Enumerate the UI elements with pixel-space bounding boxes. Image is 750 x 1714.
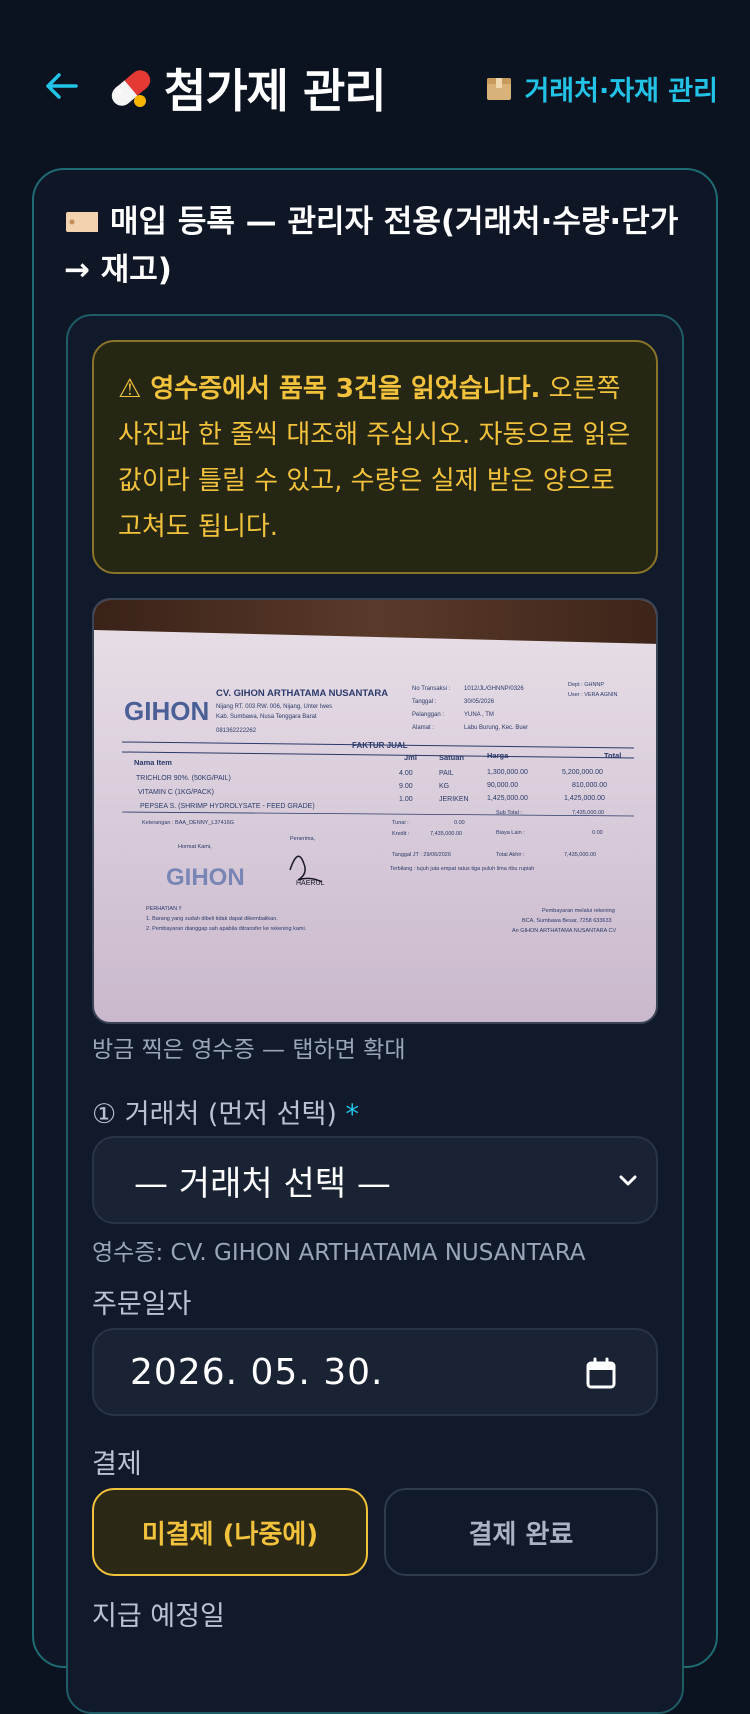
receipt-meta-3: Alamat : [412,725,434,731]
calendar-icon[interactable] [584,1356,618,1390]
order-date-label: 주문일자 [92,1289,192,1320]
receipt-sum-4: Total Akhir : [496,852,525,858]
receipt-signature-name: HAERUL [296,880,325,887]
vendor-field-label: ① 거래처 (먼저 선택) * [92,1092,359,1131]
receipt-sum-0: Sub Total : [496,810,522,816]
receipt-item-1-qty: 9.00 [399,783,413,790]
receipt-meta-2-value: YUNA , TM [464,712,494,718]
payment-paid-button[interactable]: 결제 완료 [384,1488,658,1576]
receipt-rule1: 1. Barang yang sudah dibeli tidak dapat … [146,916,278,922]
receipt-user: User : VERA AGNIN [568,692,618,698]
receipt-item-0-price: 1,300,000.00 [487,769,528,776]
receipt-image: GIHON CV. GIHON ARTHATAMA NUSANTARA Nija… [94,600,656,1022]
receipt-address1: Nijang RT. 003 RW. 006, Nijang, Unter Iw… [216,704,332,710]
receipt-item-1-total: 810,000.00 [572,782,607,789]
back-button[interactable] [40,64,84,108]
receipt-note: Keterangan : BAA_DENNY_L37416G [142,820,234,826]
receipt-sum-3: Biaya Lain : [496,830,525,836]
receipt-meta-2: Pelanggan : [412,712,444,718]
receipt-item-0-name: TRICHLOR 90%. (50KG/PAIL) [136,775,231,782]
vendor-select-value: — 거래처 선택 — [134,1163,391,1204]
required-marker: * [345,1099,360,1130]
receipt-caption: 방금 찍은 영수증 — 탭하면 확대 [92,1037,406,1063]
receipt-due: Tanggal JT : 29/06/2026 [392,852,451,858]
receipt-col-4: Total [604,751,621,760]
receipt-item-2-price: 1,425,000.00 [487,795,528,802]
receipt-bank2: BCA, Sumbawa Besar, 7258 633633 [522,918,612,924]
receipt-item-2-total: 1,425,000.00 [564,795,605,802]
receipt-item-0-unit: PAIL [439,770,454,777]
receipt-dept: Dept : GHNNP [568,682,604,688]
receipt-meta-1-value: 30/05/2026 [464,699,495,705]
payment-label: 결제 [92,1449,142,1480]
payment-unpaid-button[interactable]: 미결제 (나중에) [92,1488,368,1576]
tag-icon [66,212,98,232]
receipt-sum-3-value: 0.00 [592,830,603,836]
vendor-material-link[interactable]: 거래처·자재 관리 [484,68,718,108]
receipt-item-2-qty: 1.00 [399,796,413,803]
receipt-sum-0-value: 7,435,000.00 [572,810,604,816]
ocr-notice: ⚠ 영수증에서 품목 3건을 읽었습니다. 오른쪽 사진과 한 줄씩 대조해 주… [92,340,658,574]
receipt-sum-2-value: 7,435,000.00 [430,831,462,837]
receipt-sum-4-value: 7,435,000.00 [564,852,596,858]
order-date-input[interactable]: 2026. 05. 30. [92,1328,658,1416]
receipt-item-0-qty: 4.00 [399,770,413,777]
receipt-sum-1-value: 0.00 [454,820,465,826]
receipt-terbilang: Terbilang : tujuh juta empat ratus tiga … [390,866,534,872]
vendor-select[interactable]: — 거래처 선택 — [92,1136,658,1224]
receipt-meta-3-value: Labu Burung, Kec. Buer [464,725,528,731]
receipt-meta-0: No Transaksi : [412,686,451,692]
receipt-item-1-name: VITAMIN C (1KG/PACK) [138,789,214,796]
receipt-address2: Kab. Sumbawa, Nusa Tenggara Barat [216,714,317,720]
receipt-sum-2: Kredit : [392,831,410,837]
vendor-receipt-hint: 영수증: CV. GIHON ARTHATAMA NUSANTARA [92,1240,586,1266]
receipt-item-0-total: 5,200,000.00 [562,769,603,776]
chevron-down-icon [619,1175,637,1186]
receipt-col-2: Satuan [439,753,464,762]
app-header: 첨가제 관리 거래처·자재 관리 [0,0,750,150]
title-group: 첨가제 관리 [106,56,387,120]
receipt-hormat: Hormat Kami, [178,844,212,850]
receipt-sum-1: Tunai : [392,820,409,826]
receipt-penerima: Penerima, [290,836,316,842]
receipt-item-2-unit: JERIKEN [439,796,469,803]
receipt-meta-1: Tanggal : [412,699,437,705]
receipt-col-1: Jml [404,753,417,762]
receipt-logo: GIHON [124,696,209,726]
receipt-col-3: Harga [487,751,509,760]
receipt-col-0: Nama Item [134,758,172,767]
receipt-stamp: GIHON [166,864,245,891]
arrow-left-icon [46,73,78,99]
receipt-bank3: An GIHON ARTHATAMA NUSANTARA CV [512,928,616,934]
ocr-notice-bold: ⚠ 영수증에서 품목 3건을 읽었습니다. [118,374,541,404]
receipt-photo[interactable]: GIHON CV. GIHON ARTHATAMA NUSANTARA Nija… [92,598,658,1024]
vendor-field-label-text: ① 거래처 (먼저 선택) [92,1099,337,1130]
pill-icon [111,70,151,107]
due-date-label: 지급 예정일 [92,1601,225,1632]
package-icon [487,78,512,100]
receipt-bank1: Pembayaran melalui rekening [542,908,615,914]
card-heading: 매입 등록 — 관리자 전용(거래처·수량·단가 → 재고) [64,198,694,294]
receipt-phone: 081362222262 [216,728,257,734]
receipt-company: CV. GIHON ARTHATAMA NUSANTARA [216,688,388,699]
receipt-perhatian: PERHATIAN !! [146,906,182,912]
receipt-item-2-name: PEPSEA S. (SHRIMP HYDROLYSATE - FEED GRA… [140,803,315,810]
order-date-value: 2026. 05. 30. [130,1351,384,1393]
receipt-item-1-price: 90,000.00 [487,782,518,789]
vendor-material-link-label: 거래처·자재 관리 [524,75,718,107]
receipt-rule2: 2. Pembayaran dianggap sah apabila ditra… [146,926,307,932]
page-title: 첨가제 관리 [164,64,387,118]
card-heading-text: 매입 등록 — 관리자 전용(거래처·수량·단가 → 재고) [64,204,679,288]
receipt-item-1-unit: KG [439,783,449,790]
receipt-meta-0-value: 1012/JL/GHNNP/0326 [464,686,524,692]
